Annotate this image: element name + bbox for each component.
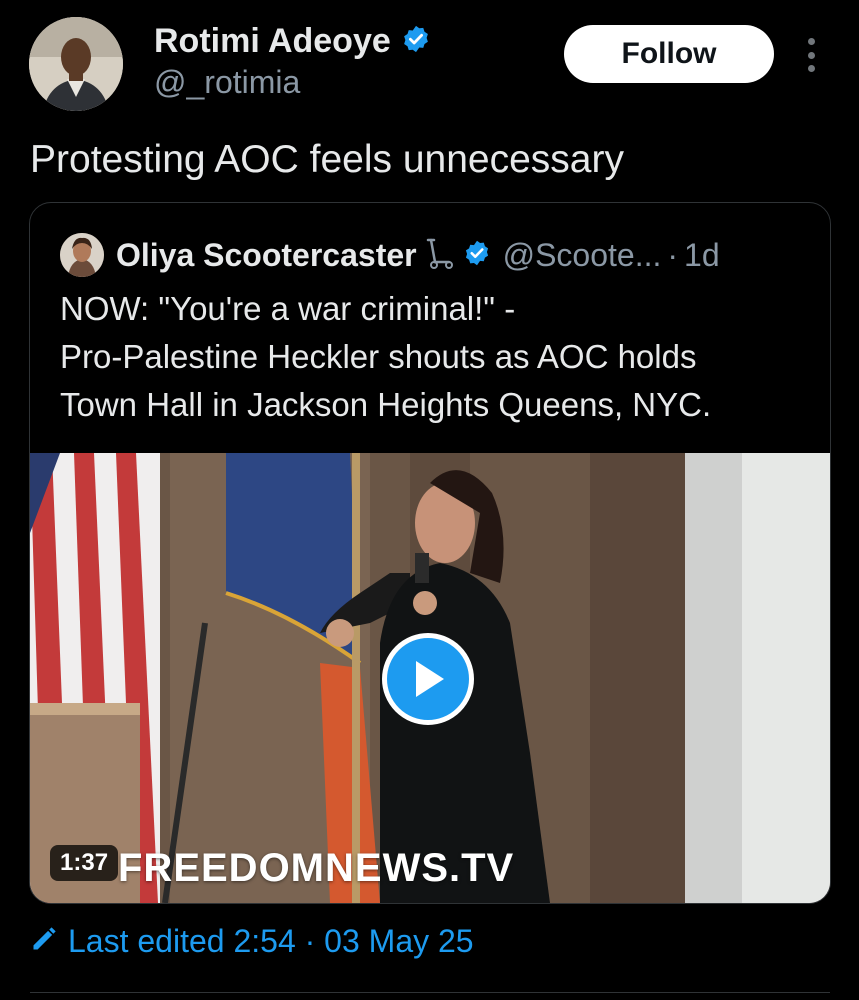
follow-button[interactable]: Follow [564,25,774,83]
scooter-icon [425,236,455,275]
quoted-author-avatar [60,233,104,277]
tweet-text: Protesting AOC feels unnecessary [30,138,624,181]
quoted-tweet-card[interactable]: Oliya Scootercaster @Scoote... · 1d NOW:… [29,202,831,904]
quoted-text-line: Pro-Palestine Heckler shouts as AOC hold… [60,338,697,375]
quoted-text-line: Town Hall in Jackson Heights Queens, NYC… [60,386,712,423]
author-name[interactable]: Rotimi Adeoye [154,22,391,61]
play-button[interactable] [382,633,474,725]
edit-pencil-icon [30,925,58,958]
more-vertical-icon[interactable] [797,38,825,72]
last-edited-link[interactable]: Last edited 2:54 · 03 May 25 [30,923,474,960]
divider [30,992,830,993]
quoted-author-name: Oliya Scootercaster [116,236,417,273]
quoted-text-line: NOW: "You're a war criminal!" - [60,290,516,327]
author-handle[interactable]: @_rotimia [154,64,300,101]
author-avatar[interactable] [29,17,123,111]
separator-dot: · [667,236,679,273]
quoted-timestamp: 1d [684,236,720,273]
quoted-tweet-text: NOW: "You're a war criminal!" - Pro-Pale… [60,285,820,429]
video-player[interactable]: 1:37 FREEDOMNEWS.TV [30,453,830,903]
quoted-verified-badge-icon [463,239,491,272]
quoted-author-handle: @Scoote... [502,236,662,273]
video-watermark: FREEDOMNEWS.TV [118,846,515,890]
last-edited-text[interactable]: Last edited 2:54 · 03 May 25 [68,923,474,960]
verified-badge-icon [401,24,431,59]
video-duration: 1:37 [50,845,119,881]
play-icon [416,661,444,697]
